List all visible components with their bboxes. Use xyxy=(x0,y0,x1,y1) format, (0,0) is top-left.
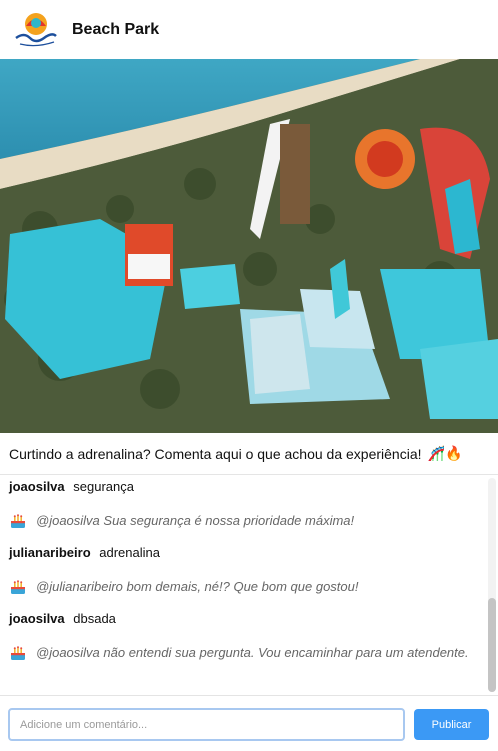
comment-item: julianaribeiro adrenalina xyxy=(9,544,476,562)
comment-text: segurança xyxy=(73,479,134,494)
post-header: Beach Park xyxy=(0,0,498,59)
comment-username[interactable]: joaosilva xyxy=(9,611,65,626)
page-title[interactable]: Beach Park xyxy=(72,21,159,39)
comment-username[interactable]: joaosilva xyxy=(9,479,65,494)
comments-list[interactable]: joaosilva segurança @joaosilva Sua segur… xyxy=(0,476,498,695)
water-park-aerial-photo xyxy=(0,59,498,433)
reply-item: @julianaribeiro bom demais, né!? Que bom… xyxy=(9,578,476,596)
comment-item: joaosilva dbsada xyxy=(9,610,476,628)
comments-scrollbar[interactable] xyxy=(488,478,496,692)
post-caption: Curtindo a adrenalina? Comenta aqui o qu… xyxy=(0,433,498,475)
beach-park-logo-icon[interactable] xyxy=(10,4,62,56)
reply-text: @joaosilva não entendi sua pergunta. Vou… xyxy=(36,645,469,660)
comment-input[interactable] xyxy=(8,708,405,741)
comment-username[interactable]: julianaribeiro xyxy=(9,545,91,560)
caption-emoji: 🎢🔥 xyxy=(427,445,463,461)
comment-composer: Publicar xyxy=(0,695,498,751)
cake-avatar-icon xyxy=(9,578,27,596)
comment-text: adrenalina xyxy=(99,545,160,560)
caption-text: Curtindo a adrenalina? Comenta aqui o qu… xyxy=(9,445,422,462)
reply-item: @joaosilva Sua segurança é nossa priorid… xyxy=(9,512,476,530)
reply-text: @julianaribeiro bom demais, né!? Que bom… xyxy=(36,579,359,594)
comment-item: joaosilva segurança xyxy=(9,478,476,496)
scrollbar-thumb[interactable] xyxy=(488,598,496,692)
reply-text: @joaosilva Sua segurança é nossa priorid… xyxy=(36,513,355,528)
publish-button[interactable]: Publicar xyxy=(414,709,489,740)
cake-avatar-icon xyxy=(9,512,27,530)
reply-item: @joaosilva não entendi sua pergunta. Vou… xyxy=(9,644,476,662)
comment-text: dbsada xyxy=(73,611,116,626)
cake-avatar-icon xyxy=(9,644,27,662)
